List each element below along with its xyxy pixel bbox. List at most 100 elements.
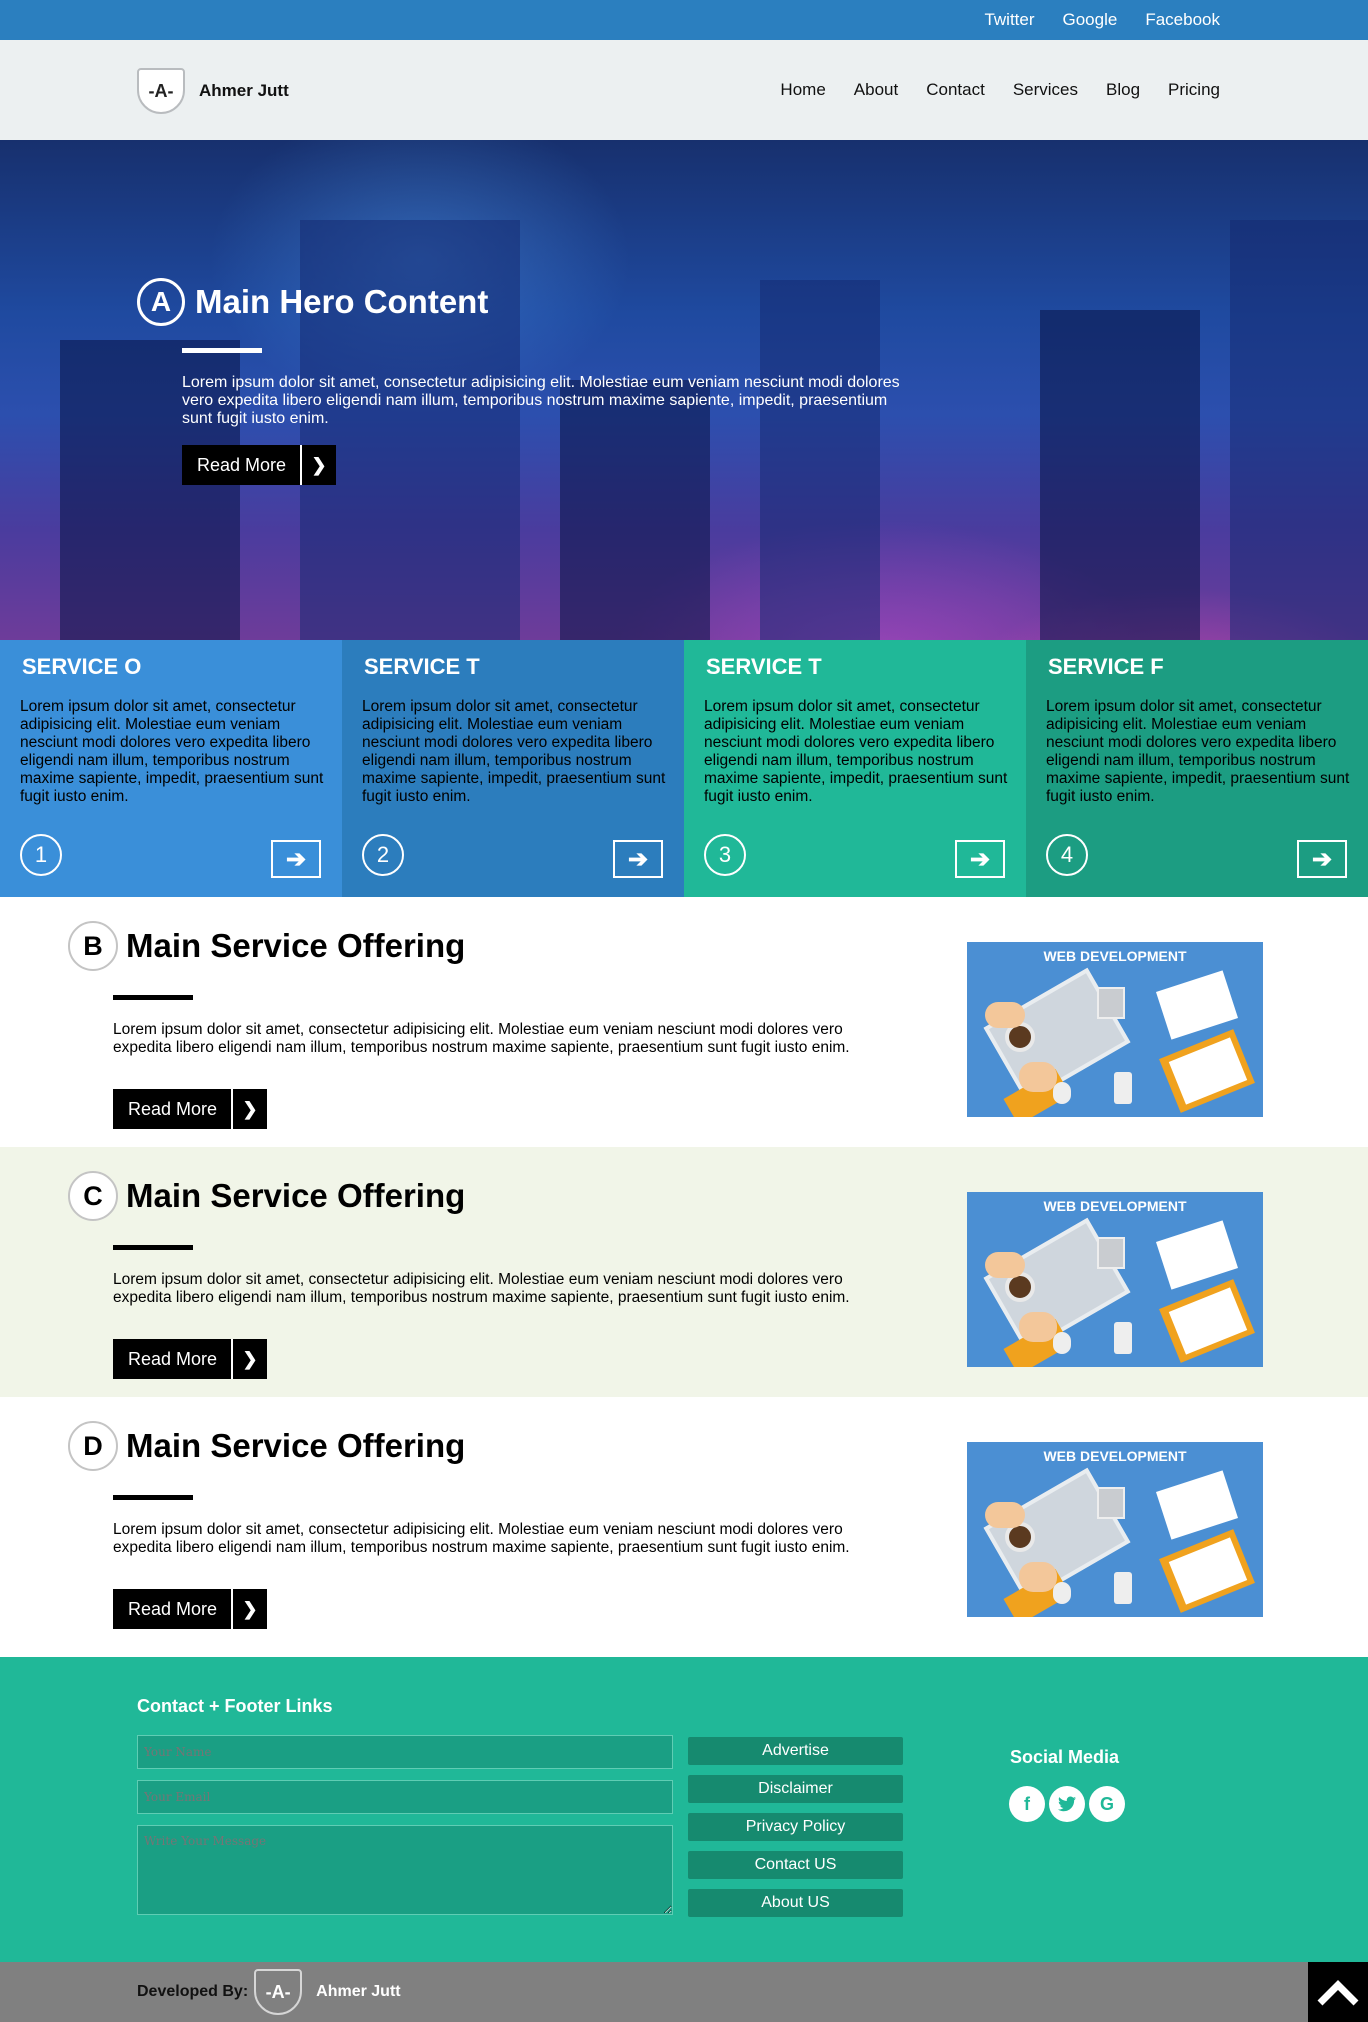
service-title: SERVICE F (1048, 654, 1164, 679)
service-text: Lorem ipsum dolor sit amet, consectetur … (1046, 698, 1350, 805)
services-row: SERVICE O Lorem ipsum dolor sit amet, co… (0, 640, 1368, 897)
hero-title: Main Hero Content (195, 283, 489, 320)
nav-contact[interactable]: Contact (926, 80, 985, 100)
offering-badge: D (68, 1421, 118, 1471)
read-more-label: Read More (197, 454, 287, 475)
service-card-1: SERVICE O Lorem ipsum dolor sit amet, co… (0, 640, 342, 897)
service-card-4: SERVICE F Lorem ipsum dolor sit amet, co… (1026, 640, 1368, 897)
message-field[interactable] (137, 1825, 673, 1915)
chevron-right-icon: ❯ (231, 1339, 267, 1379)
nav-home[interactable]: Home (780, 80, 825, 100)
service-number: 4 (1046, 834, 1088, 876)
facebook-icon[interactable]: f (1009, 1786, 1045, 1822)
offering-divider (113, 995, 193, 1000)
chevron-right-icon: ❯ (300, 445, 336, 485)
footer-link-about-us[interactable]: About US (688, 1889, 903, 1917)
service-title: SERVICE T (706, 654, 822, 679)
offering-read-more-button[interactable]: Read More ❯ (113, 1589, 268, 1629)
developer-name-link[interactable]: Ahmer Jutt (316, 1983, 400, 2001)
web-development-image: WEB DEVELOPMENT (967, 1192, 1263, 1367)
footer-link-advertise[interactable]: Advertise (688, 1737, 903, 1765)
offering-badge: B (68, 921, 118, 971)
offering-title: Main Service Offering (126, 1427, 466, 1464)
offering-divider (113, 1495, 193, 1500)
web-development-image: WEB DEVELOPMENT (967, 942, 1263, 1117)
service-title: SERVICE T (364, 654, 480, 679)
hero-text: Lorem ipsum dolor sit amet, consectetur … (182, 374, 900, 427)
site-logo[interactable]: -A- Ahmer Jutt (137, 68, 289, 114)
offering-text: Lorem ipsum dolor sit amet, consectetur … (113, 1521, 850, 1556)
footer-link-disclaimer[interactable]: Disclaimer (688, 1775, 903, 1803)
hero-divider (182, 348, 262, 353)
hero-section: A Main Hero Content Lorem ipsum dolor si… (0, 140, 1368, 640)
offering-heading: B Main Service Offering (68, 921, 465, 971)
top-social-bar: Twitter Google Facebook (0, 0, 1368, 40)
hero-heading: A Main Hero Content (137, 278, 488, 326)
offering-read-more-button[interactable]: Read More ❯ (113, 1089, 268, 1129)
offering-divider (113, 1245, 193, 1250)
nav-blog[interactable]: Blog (1106, 80, 1140, 100)
social-media-title: Social Media (1010, 1747, 1120, 1767)
offering-title: Main Service Offering (126, 927, 466, 964)
offering-badge: C (68, 1171, 118, 1221)
offering-section-b: B Main Service Offering Lorem ipsum dolo… (0, 897, 1368, 1147)
twitter-link[interactable]: Twitter (984, 10, 1034, 30)
site-header: -A- Ahmer Jutt Home About Contact Servic… (0, 40, 1368, 140)
offering-title: Main Service Offering (126, 1177, 466, 1214)
footer-link-privacy-policy[interactable]: Privacy Policy (688, 1813, 903, 1841)
service-card-2: SERVICE T Lorem ipsum dolor sit amet, co… (342, 640, 684, 897)
read-more-label: Read More (128, 1348, 218, 1369)
footer-links: Advertise Disclaimer Privacy Policy Cont… (688, 1737, 903, 1927)
service-text: Lorem ipsum dolor sit amet, consectetur … (704, 698, 1008, 805)
offering-heading: C Main Service Offering (68, 1171, 465, 1221)
arrow-right-icon[interactable]: ➔ (955, 840, 1005, 878)
offering-text: Lorem ipsum dolor sit amet, consectetur … (113, 1021, 850, 1056)
developed-by-label: Developed By: (137, 1983, 249, 2000)
twitter-icon[interactable] (1049, 1786, 1085, 1822)
nav-services[interactable]: Services (1013, 80, 1078, 100)
top-social-links: Twitter Google Facebook (984, 0, 1220, 40)
offering-read-more-button[interactable]: Read More ❯ (113, 1339, 268, 1379)
read-more-label: Read More (128, 1598, 218, 1619)
web-development-image: WEB DEVELOPMENT (967, 1442, 1263, 1617)
chevron-right-icon: ❯ (231, 1089, 267, 1129)
service-card-3: SERVICE T Lorem ipsum dolor sit amet, co… (684, 640, 1026, 897)
service-text: Lorem ipsum dolor sit amet, consectetur … (362, 698, 666, 805)
shield-logo-icon: -A- (137, 68, 185, 114)
shield-logo-icon: -A- (254, 1969, 303, 2015)
main-nav: Home About Contact Services Blog Pricing (780, 40, 1220, 140)
email-field[interactable] (137, 1780, 673, 1814)
offering-section-d: D Main Service Offering Lorem ipsum dolo… (0, 1397, 1368, 1647)
brand-name: Ahmer Jutt (199, 81, 289, 100)
name-field[interactable] (137, 1735, 673, 1769)
hero-badge: A (137, 278, 185, 326)
service-text: Lorem ipsum dolor sit amet, consectetur … (20, 698, 324, 805)
service-title: SERVICE O (22, 654, 142, 679)
back-to-top-button[interactable] (1308, 1962, 1368, 2022)
nav-pricing[interactable]: Pricing (1168, 80, 1220, 100)
image-caption: WEB DEVELOPMENT (1043, 1198, 1187, 1214)
footer-link-contact-us[interactable]: Contact US (688, 1851, 903, 1879)
chevron-up-icon (1317, 1980, 1359, 2006)
service-number: 2 (362, 834, 404, 876)
service-number: 1 (20, 834, 62, 876)
offering-heading: D Main Service Offering (68, 1421, 465, 1471)
arrow-right-icon[interactable]: ➔ (1297, 840, 1347, 878)
developer-credit: Developed By: -A- Ahmer Jutt (137, 1962, 401, 2022)
facebook-link[interactable]: Facebook (1145, 10, 1220, 30)
offering-section-c: C Main Service Offering Lorem ipsum dolo… (0, 1147, 1368, 1397)
arrow-right-icon[interactable]: ➔ (271, 840, 321, 878)
arrow-right-icon[interactable]: ➔ (613, 840, 663, 878)
google-icon[interactable]: G (1089, 1786, 1125, 1822)
read-more-label: Read More (128, 1098, 218, 1119)
offering-text: Lorem ipsum dolor sit amet, consectetur … (113, 1271, 850, 1306)
service-number: 3 (704, 834, 746, 876)
site-footer: Contact + Footer Links Advertise Disclai… (0, 1657, 1368, 1962)
nav-about[interactable]: About (854, 80, 898, 100)
chevron-right-icon: ❯ (231, 1589, 267, 1629)
google-link[interactable]: Google (1063, 10, 1118, 30)
developer-bar: Developed By: -A- Ahmer Jutt (0, 1962, 1368, 2022)
hero-read-more-button[interactable]: Read More ❯ (182, 445, 337, 485)
image-caption: WEB DEVELOPMENT (1043, 1448, 1187, 1464)
image-caption: WEB DEVELOPMENT (1043, 948, 1187, 964)
